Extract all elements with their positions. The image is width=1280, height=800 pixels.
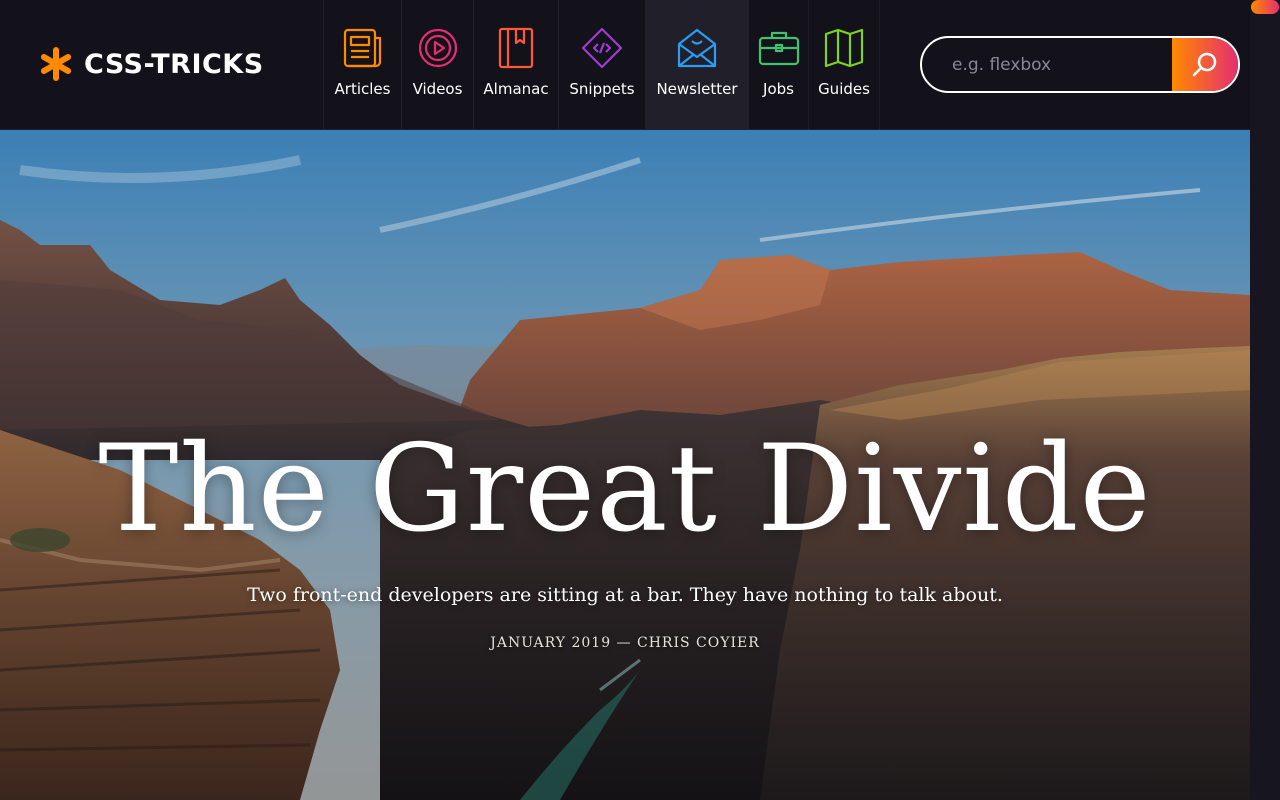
main-nav: Articles Videos Almanac Snippets Newslet…	[323, 0, 880, 130]
article-title[interactable]: The Great Divide	[0, 420, 1250, 559]
nav-jobs[interactable]: Jobs	[748, 0, 808, 130]
nav-guides[interactable]: Guides	[808, 0, 880, 130]
site-header: CSS-TRICKS Articles Videos Almanac Snipp…	[0, 0, 1250, 130]
nav-label: Snippets	[569, 80, 635, 98]
search-input[interactable]	[922, 38, 1172, 91]
briefcase-icon	[758, 31, 799, 66]
search-button[interactable]	[1172, 38, 1238, 91]
nav-label: Videos	[412, 80, 463, 98]
nav-almanac[interactable]: Almanac	[473, 0, 558, 130]
newspaper-icon	[343, 28, 381, 68]
site-logo[interactable]: CSS-TRICKS	[38, 44, 264, 84]
hero-section: The Great Divide Two front-end developer…	[0, 130, 1250, 800]
article-meta: JANUARY 2019 — CHRIS COYIER	[490, 635, 760, 651]
article-subtitle: Two front-end developers are sitting at …	[247, 584, 1003, 606]
nav-label: Jobs	[763, 80, 794, 98]
nav-label: Articles	[334, 80, 391, 98]
nav-snippets[interactable]: Snippets	[558, 0, 645, 130]
logo-text: CSS-TRICKS	[84, 48, 264, 80]
nav-articles[interactable]: Articles	[323, 0, 401, 130]
asterisk-logo-icon	[40, 47, 72, 81]
nav-newsletter[interactable]: Newsletter	[645, 0, 748, 130]
play-circle-icon	[418, 28, 457, 68]
search-form	[920, 36, 1240, 93]
book-icon	[498, 27, 534, 69]
nav-label: Newsletter	[656, 80, 738, 98]
envelope-icon	[677, 28, 717, 68]
nav-label: Almanac	[483, 80, 549, 98]
scrollbar-thumb[interactable]	[1251, 0, 1279, 14]
nav-label: Guides	[818, 80, 870, 98]
page-scrollbar[interactable]	[1250, 0, 1280, 800]
code-diamond-icon	[581, 27, 623, 69]
search-icon	[1192, 52, 1217, 76]
map-icon	[824, 28, 864, 68]
nav-videos[interactable]: Videos	[401, 0, 473, 130]
